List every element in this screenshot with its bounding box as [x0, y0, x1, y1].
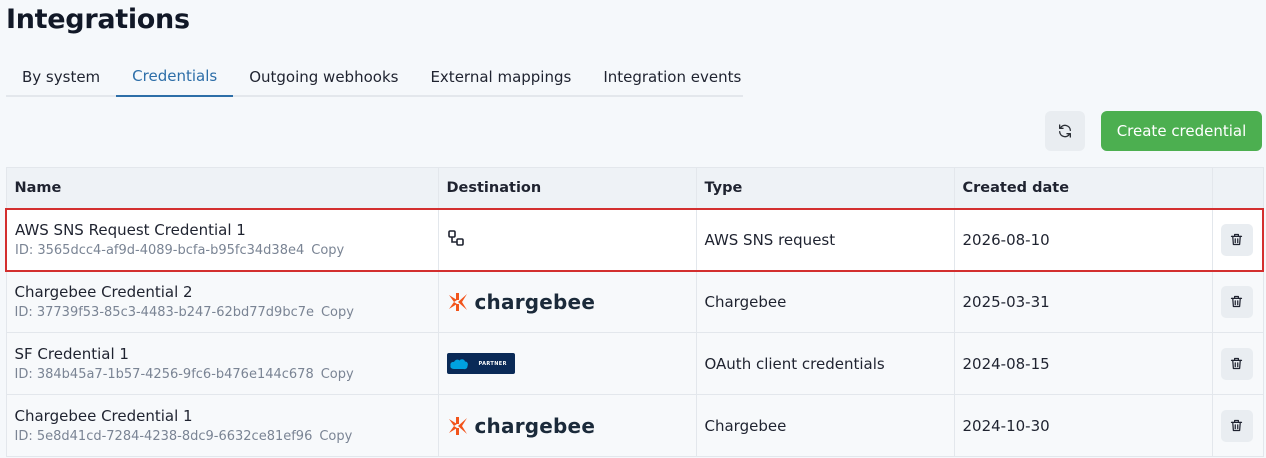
destination-cell — [437, 207, 697, 272]
credential-id-line: ID: 384b45a7-1b57-4256-9fc6-b476e144c678… — [15, 367, 430, 382]
credential-id-line: ID: 37739f53-85c3-4483-b247-62bd77d9bc7e… — [15, 305, 430, 320]
actions-cell — [1211, 207, 1264, 272]
tab-external-mappings[interactable]: External mappings — [414, 58, 587, 95]
chargebee-mark-icon — [448, 292, 467, 311]
column-header-name[interactable]: Name — [5, 167, 439, 209]
type-cell: Chargebee — [695, 394, 955, 457]
column-header-type[interactable]: Type — [695, 167, 955, 209]
chargebee-logo: chargebee — [447, 290, 688, 314]
credentials-table: Name Destination Type Created date AWS S… — [5, 167, 1264, 457]
column-header-destination[interactable]: Destination — [437, 167, 697, 209]
credential-name[interactable]: AWS SNS Request Credential 1 — [15, 221, 430, 239]
actions-cell — [1211, 332, 1264, 395]
chargebee-mark-icon — [448, 416, 467, 435]
tab-integration-events[interactable]: Integration events — [587, 58, 757, 95]
tab-outgoing-webhooks[interactable]: Outgoing webhooks — [233, 58, 414, 95]
trash-icon — [1230, 357, 1243, 370]
created-date-cell: 2026-08-10 — [953, 207, 1213, 272]
credential-id: ID: 384b45a7-1b57-4256-9fc6-b476e144c678 — [14, 367, 314, 382]
credential-name[interactable]: Chargebee Credential 1 — [15, 407, 430, 425]
copy-id-link[interactable]: Copy — [321, 367, 354, 382]
table-header-row: Name Destination Type Created date — [5, 167, 1264, 209]
column-header-actions — [1211, 167, 1264, 209]
copy-id-link[interactable]: Copy — [311, 243, 344, 258]
delete-button[interactable] — [1220, 285, 1253, 318]
trash-icon — [1230, 296, 1243, 308]
created-date-cell: 2025-03-31 — [953, 270, 1213, 333]
type-cell: OAuth client credentials — [695, 332, 955, 395]
tab-credentials[interactable]: Credentials — [116, 58, 234, 97]
type-cell: Chargebee — [695, 270, 955, 333]
destination-cell: chargebee — [437, 270, 697, 333]
destination-cell: chargebee — [437, 394, 697, 457]
name-cell: SF Credential 1 ID: 384b45a7-1b57-4256-9… — [5, 332, 439, 395]
column-header-created-date[interactable]: Created date — [953, 167, 1213, 209]
actions-cell — [1211, 394, 1264, 457]
table-row[interactable]: SF Credential 1 ID: 384b45a7-1b57-4256-9… — [5, 332, 1264, 395]
table-row[interactable]: Chargebee Credential 1 ID: 5e8d41cd-7284… — [5, 394, 1264, 457]
credential-id: ID: 37739f53-85c3-4483-b247-62bd77d9bc7e — [14, 305, 314, 321]
tab-by-system[interactable]: By system — [6, 58, 116, 95]
partner-badge-text: PARTNER — [478, 360, 507, 367]
credential-name[interactable]: Chargebee Credential 2 — [15, 283, 430, 301]
name-cell: Chargebee Credential 2 ID: 37739f53-85c3… — [5, 270, 439, 333]
table-row[interactable]: Chargebee Credential 2 ID: 37739f53-85c3… — [5, 270, 1264, 333]
table-row[interactable]: AWS SNS Request Credential 1 ID: 3565dcc… — [5, 207, 1264, 272]
page-title: Integrations — [6, 4, 190, 35]
name-cell: Chargebee Credential 1 ID: 5e8d41cd-7284… — [5, 394, 439, 457]
refresh-icon — [1059, 124, 1071, 138]
credential-id: ID: 3565dcc4-af9d-4089-bcfa-b95fc34d38e4 — [15, 243, 305, 258]
trash-icon — [1230, 419, 1243, 432]
name-cell: AWS SNS Request Credential 1 ID: 3565dcc… — [5, 207, 439, 272]
delete-button[interactable] — [1220, 223, 1253, 256]
destination-cell: PARTNER — [437, 332, 697, 395]
chargebee-wordmark: chargebee — [474, 289, 596, 314]
delete-button[interactable] — [1220, 409, 1253, 442]
credential-id-line: ID: 5e8d41cd-7284-4238-8dc9-6632ce81ef96… — [15, 429, 430, 444]
chargebee-logo: chargebee — [447, 414, 688, 438]
credential-name[interactable]: SF Credential 1 — [15, 345, 430, 363]
trash-icon — [1230, 233, 1243, 246]
type-cell: AWS SNS request — [695, 207, 955, 272]
generic-integration-icon — [447, 229, 464, 246]
copy-id-link[interactable]: Copy — [319, 429, 352, 444]
tab-bar: By system Credentials Outgoing webhooks … — [6, 58, 743, 97]
chargebee-wordmark: chargebee — [474, 413, 596, 438]
create-credential-button[interactable]: Create credential — [1101, 111, 1262, 151]
salesforce-partner-logo: PARTNER — [446, 353, 515, 374]
credential-id: ID: 5e8d41cd-7284-4238-8dc9-6632ce81ef96 — [14, 429, 313, 444]
salesforce-cloud-icon — [449, 358, 468, 369]
created-date-cell: 2024-10-30 — [953, 394, 1213, 457]
refresh-button[interactable] — [1045, 111, 1085, 151]
credential-id-line: ID: 3565dcc4-af9d-4089-bcfa-b95fc34d38e4… — [15, 243, 430, 258]
delete-button[interactable] — [1220, 347, 1253, 380]
created-date-cell: 2024-08-15 — [953, 332, 1213, 395]
actions-cell — [1211, 270, 1264, 333]
copy-id-link[interactable]: Copy — [321, 305, 354, 320]
